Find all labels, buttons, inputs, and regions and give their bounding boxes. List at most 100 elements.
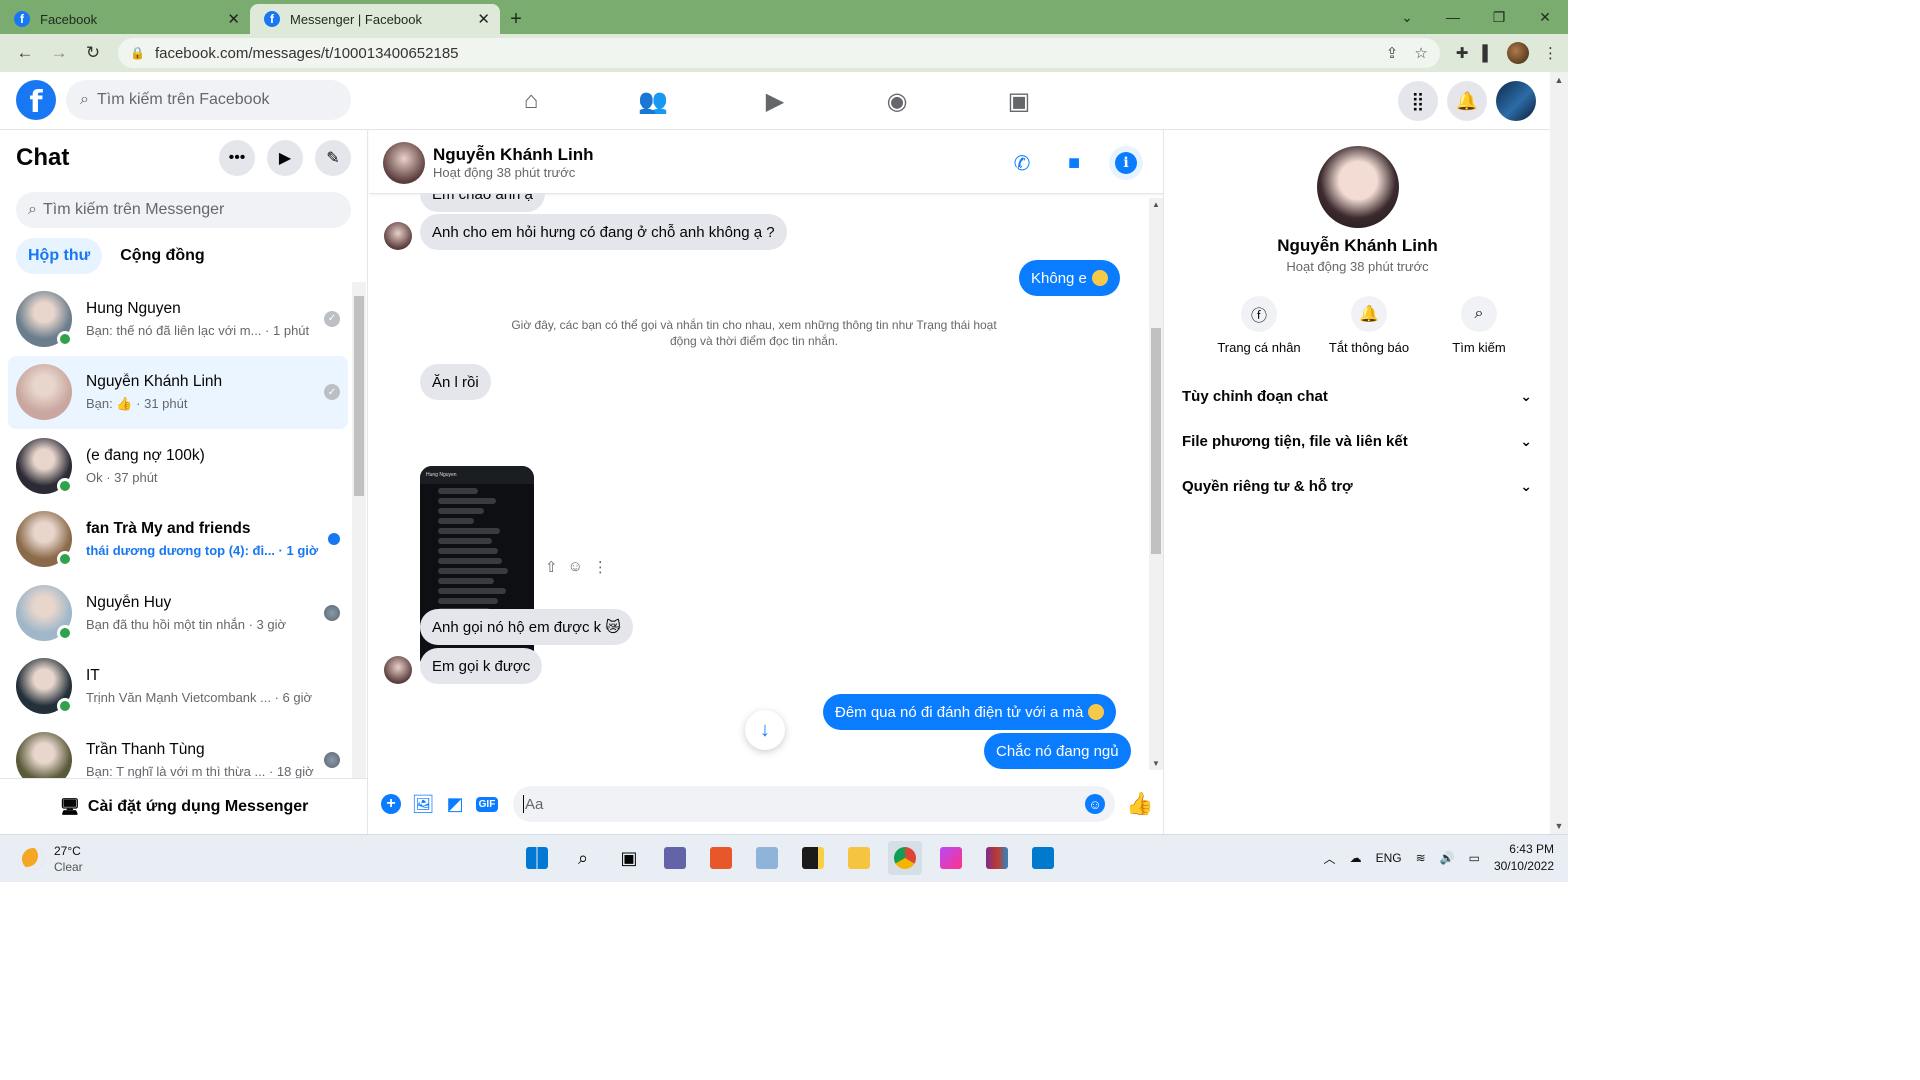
- tab-inbox[interactable]: Hộp thư: [16, 238, 103, 274]
- share-icon[interactable]: ⇪: [1386, 44, 1399, 62]
- tab-communities[interactable]: Cộng đồng: [108, 238, 216, 274]
- media-files-section[interactable]: File phương tiện, file và liên kết ⌄: [1172, 419, 1542, 464]
- sticky-notes-icon[interactable]: [796, 841, 830, 875]
- friends-icon[interactable]: 👥: [592, 72, 714, 130]
- conversation-item[interactable]: fan Trà My and friends thái dương dương t…: [8, 503, 348, 577]
- browser-profile-avatar[interactable]: [1507, 42, 1529, 64]
- back-icon[interactable]: ←: [10, 38, 40, 68]
- new-tab-button[interactable]: +: [500, 4, 532, 34]
- conversation-item[interactable]: Nguyễn Huy Bạn đã thu hồi một tin nhắn · …: [8, 576, 348, 650]
- forward-icon[interactable]: →: [44, 38, 74, 68]
- page-scrollbar[interactable]: ▲ ▼: [1550, 72, 1568, 834]
- onedrive-icon[interactable]: ☁: [1350, 851, 1362, 865]
- share-message-icon[interactable]: ⇧: [545, 558, 558, 576]
- wifi-icon[interactable]: ≋: [1416, 851, 1426, 865]
- message-bubble-incoming[interactable]: Anh cho em hỏi hưng có đang ở chỗ anh kh…: [420, 214, 787, 250]
- phpstorm-icon[interactable]: [934, 841, 968, 875]
- browser-tab-facebook[interactable]: f Facebook ✕: [0, 4, 250, 34]
- search-icon[interactable]: ⌕: [566, 841, 600, 875]
- language-indicator[interactable]: ENG: [1376, 851, 1402, 865]
- install-messenger-button[interactable]: 🖥 Cài đặt ứng dụng Messenger: [0, 778, 368, 834]
- scroll-to-bottom-button[interactable]: ↓: [745, 710, 785, 750]
- profile-button[interactable]: ⓕ Trang cá nhân: [1204, 296, 1314, 355]
- message-bubble-outgoing[interactable]: Chắc nó đang ngủ: [984, 733, 1131, 769]
- privacy-support-section[interactable]: Quyền riêng tư & hỗ trợ ⌄: [1172, 464, 1542, 509]
- options-icon[interactable]: •••: [219, 140, 255, 176]
- conversation-item[interactable]: Hung Nguyen Bạn: thế nó đã liên lạc với m…: [8, 282, 348, 356]
- close-tab-icon[interactable]: ✕: [227, 10, 240, 28]
- message-bubble-incoming[interactable]: Ăn l rồi: [420, 364, 491, 400]
- winrar-icon[interactable]: [980, 841, 1014, 875]
- office-icon[interactable]: [704, 841, 738, 875]
- account-avatar[interactable]: [1496, 81, 1536, 121]
- restore-icon[interactable]: ❐: [1476, 0, 1522, 34]
- message-bubble-incoming[interactable]: Em chào anh ạ: [420, 194, 545, 212]
- message-input[interactable]: Aa ☺: [513, 786, 1115, 822]
- browser-menu-icon[interactable]: ⋮: [1543, 44, 1558, 62]
- weather-widget[interactable]: 27°C Clear: [22, 843, 83, 875]
- message-bubble-outgoing[interactable]: Không e: [1019, 260, 1120, 296]
- thread-scrollbar[interactable]: ▲ ▼: [1149, 198, 1163, 770]
- messenger-search-input[interactable]: ⌕ Tìm kiếm trên Messenger: [16, 192, 351, 228]
- more-actions-button[interactable]: +: [375, 788, 407, 820]
- start-icon[interactable]: [520, 841, 554, 875]
- customize-chat-section[interactable]: Tùy chỉnh đoạn chat ⌄: [1172, 374, 1542, 419]
- search-in-conversation-button[interactable]: ⌕ Tìm kiếm: [1424, 296, 1534, 355]
- browser-tab-messenger[interactable]: f Messenger | Facebook ✕: [250, 4, 500, 34]
- side-panel-icon[interactable]: ▌: [1482, 45, 1493, 62]
- photos-icon[interactable]: [750, 841, 784, 875]
- watch-icon[interactable]: ▶: [714, 72, 836, 130]
- new-message-icon[interactable]: ✎: [315, 140, 351, 176]
- conversation-item[interactable]: IT Trịnh Văn Mạnh Vietcombank ... · 6 giờ: [8, 650, 348, 724]
- gaming-icon[interactable]: ▣: [958, 72, 1080, 130]
- section-label: Tùy chỉnh đoạn chat: [1182, 388, 1328, 405]
- conversation-info-button[interactable]: i: [1109, 146, 1143, 180]
- close-tab-icon[interactable]: ✕: [477, 10, 490, 28]
- chat-list-scrollbar[interactable]: [352, 282, 366, 778]
- groups-icon[interactable]: ◉: [836, 72, 958, 130]
- contact-profile-avatar[interactable]: [1317, 146, 1399, 228]
- home-icon[interactable]: ⌂: [470, 72, 592, 130]
- new-room-icon[interactable]: ▶: [267, 140, 303, 176]
- audio-call-icon[interactable]: ✆: [1005, 146, 1039, 180]
- conversation-item[interactable]: (e đang nợ 100k) Ok · 37 phút: [8, 429, 348, 503]
- clock[interactable]: 6:43 PM 30/10/2022: [1494, 841, 1554, 875]
- video-call-icon[interactable]: ■: [1057, 146, 1091, 180]
- minimize-icon[interactable]: —: [1430, 0, 1476, 34]
- vscode-icon[interactable]: [1026, 841, 1060, 875]
- react-icon[interactable]: ☺: [568, 558, 583, 576]
- message-bubble-incoming[interactable]: Em gọi k được: [420, 648, 543, 684]
- windows-taskbar: 27°C Clear ⌕ ▣ ︿ ☁ ENG ≋ 🔊 ▭ 6:43 PM 30/10…: [0, 834, 1568, 882]
- teams-chat-icon[interactable]: [658, 841, 692, 875]
- contact-name[interactable]: Nguyễn Khánh Linh: [433, 145, 594, 165]
- close-window-icon[interactable]: ✕: [1522, 0, 1568, 34]
- more-options-icon[interactable]: ⋮: [593, 558, 608, 576]
- contact-avatar[interactable]: [383, 142, 425, 184]
- task-view-icon[interactable]: ▣: [612, 841, 646, 875]
- file-explorer-icon[interactable]: [842, 841, 876, 875]
- facebook-search-input[interactable]: ⌕ Tìm kiếm trên Facebook: [66, 80, 351, 120]
- menu-grid-icon[interactable]: ⣿: [1398, 81, 1438, 121]
- tab-search-icon[interactable]: ⌄: [1384, 0, 1430, 34]
- conversation-item[interactable]: Trần Thanh Tùng Bạn: T nghĩ là với m thì …: [8, 723, 348, 778]
- chrome-icon[interactable]: [888, 841, 922, 875]
- reload-icon[interactable]: ↻: [78, 38, 108, 68]
- volume-icon[interactable]: 🔊: [1440, 851, 1455, 865]
- tab-title: Messenger | Facebook: [290, 11, 422, 27]
- sticker-icon[interactable]: ◩: [439, 788, 471, 820]
- message-bubble-outgoing[interactable]: Đêm qua nó đi đánh điện tử với a mà: [823, 694, 1117, 730]
- thumbs-up-icon[interactable]: 👍: [1123, 791, 1157, 817]
- address-bar[interactable]: 🔒 facebook.com/messages/t/10001340065218…: [118, 38, 1440, 68]
- mute-button[interactable]: 🔔 Tắt thông báo: [1314, 296, 1424, 355]
- gif-button[interactable]: GIF: [471, 788, 503, 820]
- message-bubble-incoming[interactable]: Anh gọi nó hộ em được k 😿: [420, 609, 633, 645]
- battery-icon[interactable]: ▭: [1469, 851, 1480, 865]
- chevron-up-icon[interactable]: ︿: [1324, 850, 1336, 867]
- bookmark-star-icon[interactable]: ☆: [1414, 44, 1427, 62]
- emoji-picker-icon[interactable]: ☺: [1085, 794, 1105, 814]
- facebook-logo-icon[interactable]: f: [16, 80, 56, 120]
- extensions-icon[interactable]: ✚: [1456, 44, 1469, 62]
- conversation-item[interactable]: Nguyễn Khánh Linh Bạn: 👍 · 31 phút ✓: [8, 355, 348, 429]
- notifications-bell-icon[interactable]: 🔔: [1447, 81, 1487, 121]
- attach-photo-icon[interactable]: 🖼: [407, 788, 439, 820]
